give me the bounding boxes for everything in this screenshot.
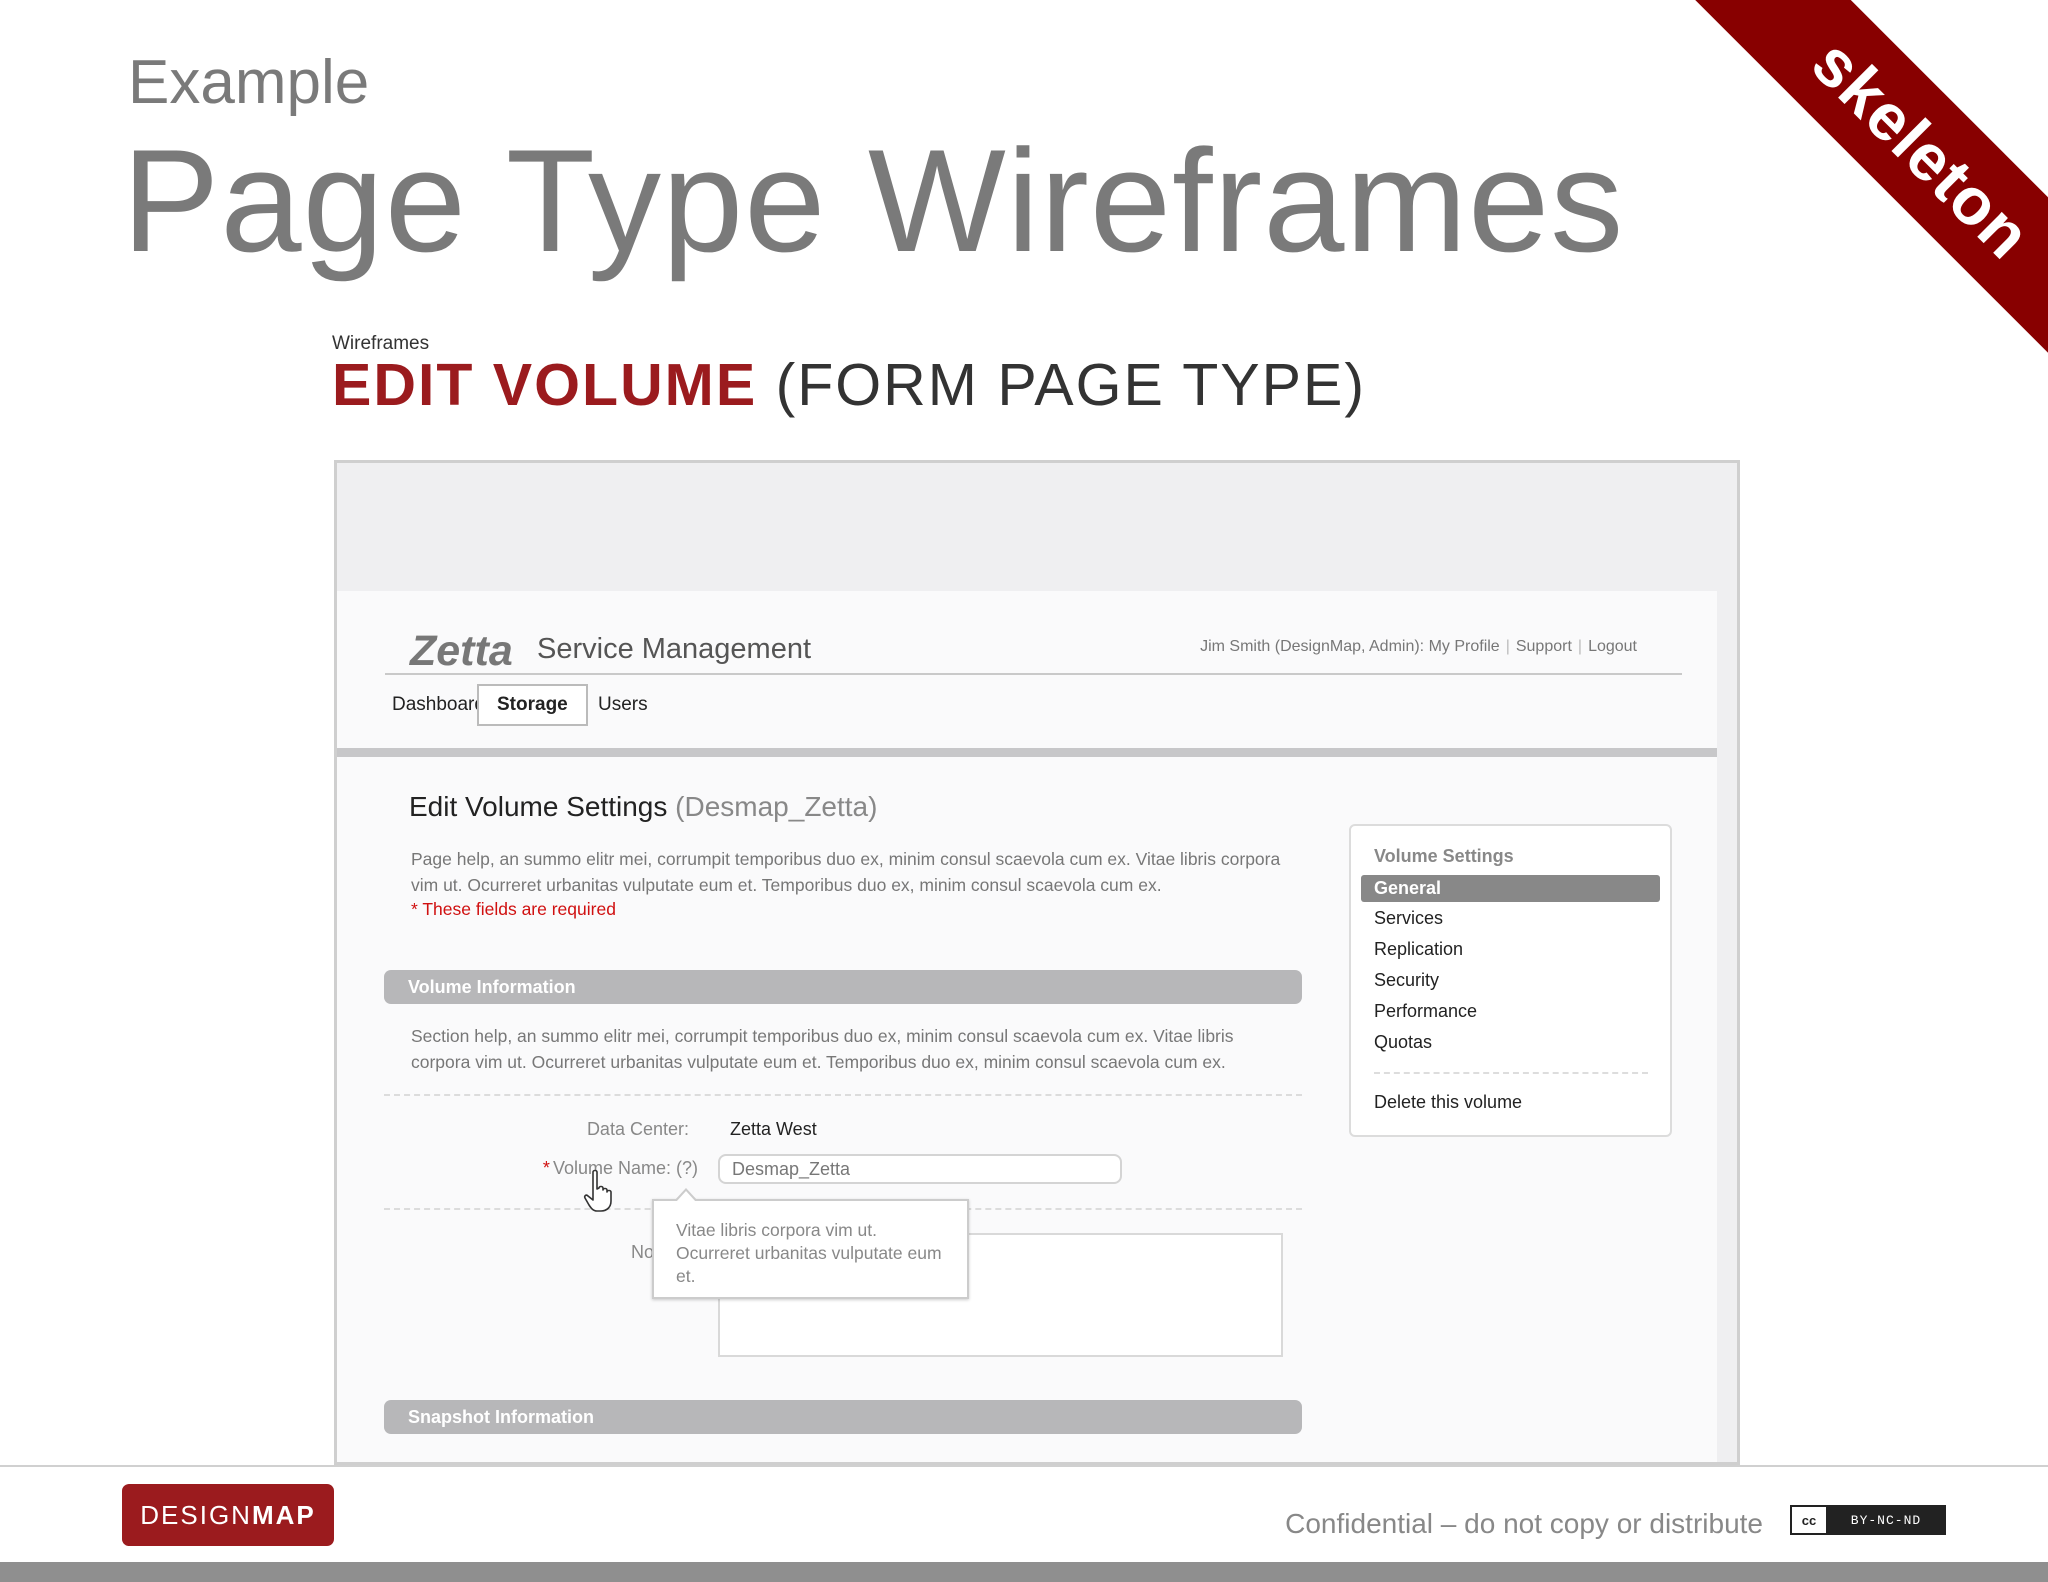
- data-center-label: Data Center:: [586, 1119, 689, 1139]
- side-item-replication[interactable]: Replication: [1374, 939, 1463, 960]
- volume-name-label: * Volume Name: (?): [543, 1158, 698, 1179]
- cc-license-badge: cc BY-NC-ND: [1790, 1505, 1946, 1535]
- cc-icon: cc: [1792, 1507, 1828, 1533]
- nav-tab-users[interactable]: Users: [580, 684, 666, 726]
- header-divider: [385, 673, 1682, 675]
- corner-banner: skeleton: [1648, 0, 2048, 400]
- section-help-text: Section help, an summo elitr mei, corrum…: [411, 1026, 1234, 1072]
- confidential-notice: Confidential – do not copy or distribute: [1285, 1508, 1763, 1539]
- my-profile-link[interactable]: My Profile: [1429, 638, 1500, 655]
- slide-title: Page Type Wireframes: [122, 119, 1625, 282]
- bottom-bar: [0, 1562, 2048, 1582]
- nav-bar-divider: [337, 748, 1717, 757]
- page-title: Edit Volume Settings (Desmap_Zetta): [409, 791, 877, 823]
- hand-cursor-icon: [583, 1169, 612, 1212]
- data-center-value: Zetta West: [730, 1119, 817, 1139]
- side-item-services[interactable]: Services: [1374, 908, 1443, 929]
- delete-volume-link[interactable]: Delete this volume: [1374, 1092, 1522, 1113]
- app-window: Zetta Service Management Jim Smith (Desi…: [337, 591, 1717, 1462]
- volume-name-label-text[interactable]: Volume Name: (?): [553, 1158, 698, 1178]
- volume-settings-panel: Volume Settings General Services Replica…: [1349, 824, 1672, 1137]
- help-tooltip: Vitae libris corpora vim ut. Ocurreret u…: [652, 1188, 969, 1299]
- footer-divider: [0, 1465, 2048, 1467]
- page-title-text: Edit Volume Settings: [409, 791, 668, 822]
- logout-link[interactable]: Logout: [1588, 638, 1637, 655]
- wireframe-title-rest: (FORM PAGE TYPE): [775, 352, 1366, 418]
- required-star: *: [542, 1158, 550, 1178]
- required-note: * These fields are required: [411, 899, 616, 919]
- section-header-snapshot-information[interactable]: Snapshot Information: [384, 1400, 1302, 1434]
- side-item-general[interactable]: General: [1361, 875, 1660, 902]
- license-label: BY-NC-ND: [1828, 1507, 1944, 1533]
- header-user-links: Jim Smith (DesignMap, Admin): My Profile…: [1200, 638, 1637, 655]
- designmap-logo: DESIGN MAP: [122, 1484, 334, 1546]
- section-divider: [384, 1094, 1302, 1096]
- side-item-quotas[interactable]: Quotas: [1374, 1032, 1432, 1053]
- help-tooltip-text: Vitae libris corpora vim ut. Ocurreret u…: [676, 1220, 942, 1286]
- support-link[interactable]: Support: [1516, 638, 1572, 655]
- section-header-volume-information[interactable]: Volume Information: [384, 970, 1302, 1004]
- side-panel-divider: [1374, 1072, 1648, 1074]
- wireframe-frame: Zetta Service Management Jim Smith (Desi…: [334, 460, 1740, 1465]
- side-item-security[interactable]: Security: [1374, 970, 1439, 991]
- wireframe-title-strong: EDIT VOLUME: [332, 352, 758, 418]
- app-title: Service Management: [537, 633, 812, 665]
- corner-banner-label: skeleton: [1798, 25, 2046, 273]
- user-name: Jim Smith (DesignMap, Admin):: [1200, 638, 1425, 655]
- slide-eyebrow: Example: [128, 48, 370, 117]
- volume-name-input[interactable]: Desmap_Zetta: [718, 1154, 1122, 1184]
- page-subtitle: (Desmap_Zetta): [675, 791, 878, 822]
- side-panel-title: Volume Settings: [1374, 846, 1514, 866]
- app-logo[interactable]: Zetta: [410, 627, 513, 676]
- wireframe-title: EDIT VOLUME (FORM PAGE TYPE): [332, 356, 1366, 415]
- nav-tab-storage[interactable]: Storage: [477, 684, 588, 726]
- page-help-text: Page help, an summo elitr mei, corrumpit…: [411, 849, 1281, 895]
- side-item-performance[interactable]: Performance: [1374, 1001, 1477, 1022]
